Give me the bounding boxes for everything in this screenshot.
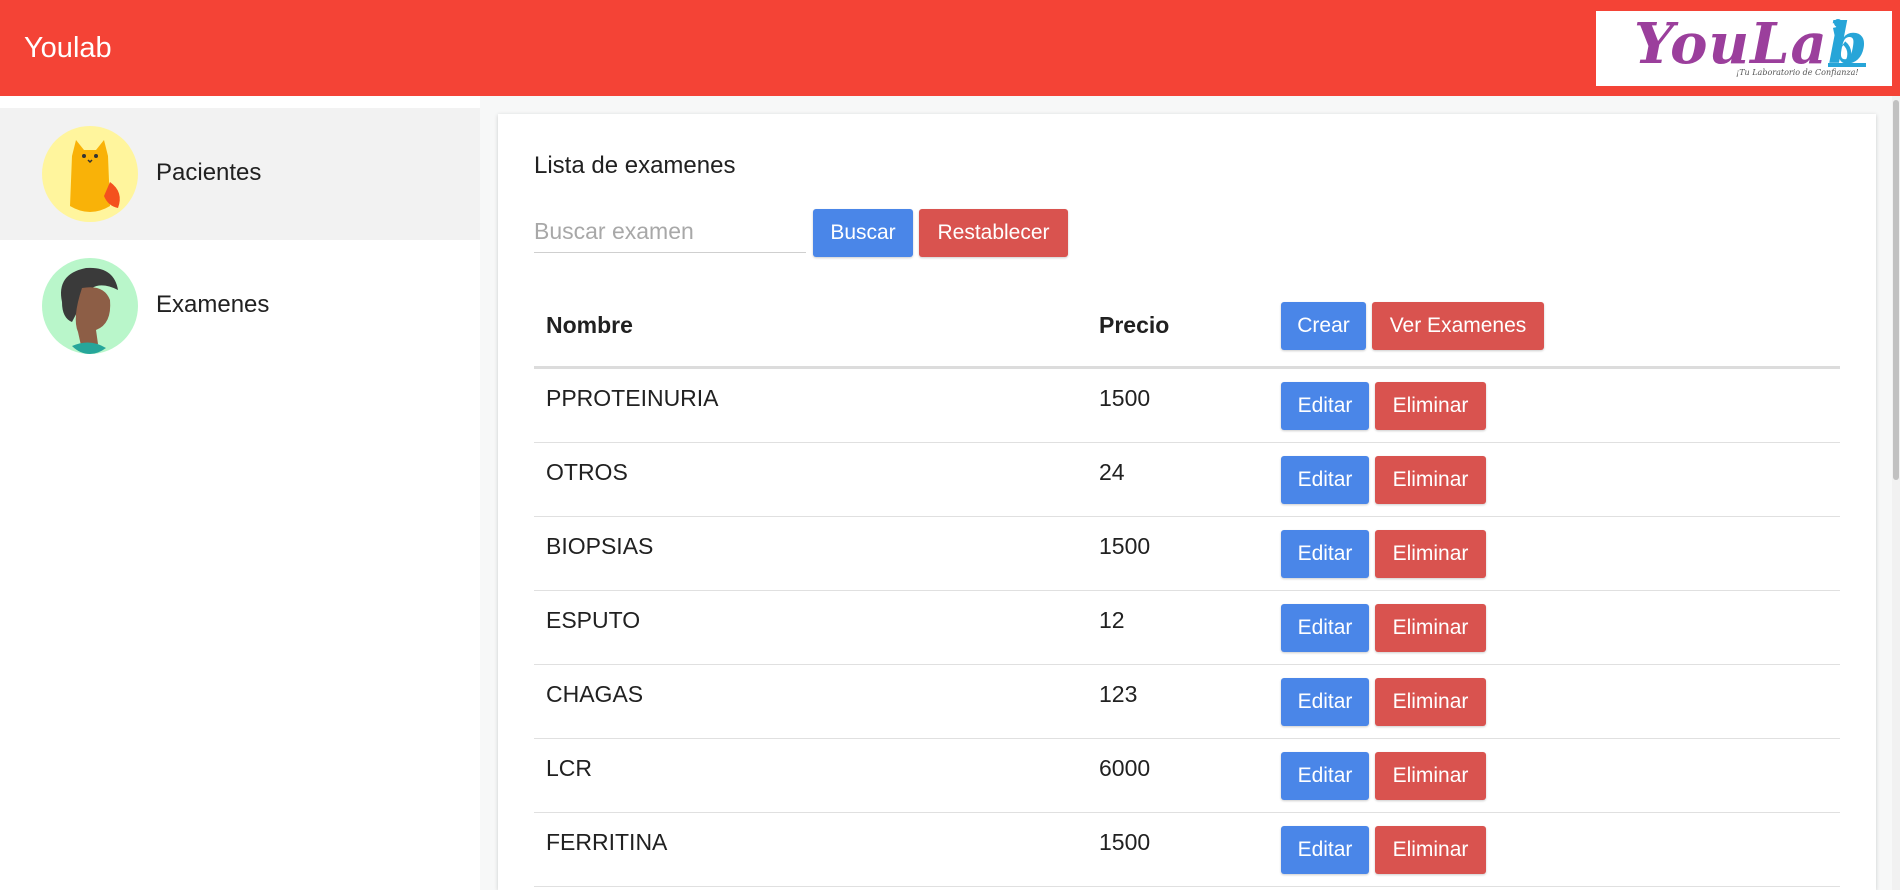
table-row: PPROTEINURIA 1500 Editar Eliminar: [534, 369, 1840, 443]
exam-price: 24: [1099, 459, 1125, 485]
edit-button[interactable]: Editar: [1281, 382, 1369, 430]
delete-button[interactable]: Eliminar: [1375, 456, 1486, 504]
edit-button[interactable]: Editar: [1281, 604, 1369, 652]
page-title: Lista de examenes: [534, 152, 736, 179]
exam-name: PPROTEINURIA: [546, 385, 719, 411]
table-row: ESPUTO 12 Editar Eliminar: [534, 591, 1840, 665]
table-row: CHAGAS 123 Editar Eliminar: [534, 665, 1840, 739]
app-title: Youlab: [24, 32, 112, 64]
table-row: FERRITINA 1500 Editar Eliminar: [534, 813, 1840, 887]
table-row: BIOPSIAS 1500 Editar Eliminar: [534, 517, 1840, 591]
column-header-precio: Precio: [1099, 312, 1170, 338]
create-button[interactable]: Crear: [1281, 302, 1366, 350]
page-scrollbar[interactable]: [1892, 96, 1900, 890]
edit-button[interactable]: Editar: [1281, 456, 1369, 504]
delete-button[interactable]: Eliminar: [1375, 826, 1486, 874]
exam-name: FERRITINA: [546, 829, 668, 855]
exam-price: 12: [1099, 607, 1125, 633]
woman-avatar-icon: [42, 258, 138, 354]
scrollbar-thumb[interactable]: [1893, 100, 1899, 480]
exam-price: 1500: [1099, 533, 1151, 559]
delete-button[interactable]: Eliminar: [1375, 752, 1486, 800]
sidebar-item-pacientes[interactable]: Pacientes: [0, 108, 480, 240]
delete-button[interactable]: Eliminar: [1375, 382, 1486, 430]
column-header-nombre: Nombre: [546, 312, 633, 338]
edit-button[interactable]: Editar: [1281, 752, 1369, 800]
microscope-icon: [1828, 19, 1866, 67]
view-exams-button[interactable]: Ver Examenes: [1372, 302, 1544, 350]
delete-button[interactable]: Eliminar: [1375, 604, 1486, 652]
table-row: LCR 6000 Editar Eliminar: [534, 739, 1840, 813]
exam-name: LCR: [546, 755, 593, 781]
edit-button[interactable]: Editar: [1281, 678, 1369, 726]
search-input[interactable]: [534, 210, 806, 253]
edit-button[interactable]: Editar: [1281, 530, 1369, 578]
exam-price: 6000: [1099, 755, 1151, 781]
search-button[interactable]: Buscar: [813, 209, 913, 257]
cat-avatar-icon: [42, 126, 138, 222]
table-row: OTROS 24 Editar Eliminar: [534, 443, 1840, 517]
delete-button[interactable]: Eliminar: [1375, 678, 1486, 726]
exam-price: 123: [1099, 681, 1138, 707]
sidebar-item-examenes[interactable]: Examenes: [0, 240, 480, 372]
exam-name: BIOPSIAS: [546, 533, 654, 559]
top-app-bar: Youlab YouLab ¡Tu Laboratorio de Confian…: [0, 0, 1900, 96]
sidebar-item-label: Examenes: [156, 291, 270, 318]
exam-list-card: Lista de examenes Buscar Restablecer Nom…: [498, 114, 1876, 890]
exam-name: OTROS: [546, 459, 628, 485]
sidebar: Pacientes Examenes: [0, 96, 480, 890]
exam-price: 1500: [1099, 829, 1151, 855]
reset-button[interactable]: Restablecer: [919, 209, 1068, 257]
sidebar-item-label: Pacientes: [156, 159, 262, 186]
exam-name: ESPUTO: [546, 607, 641, 633]
table-header-row: Nombre Precio Crear Ver Examenes: [534, 284, 1840, 369]
youlab-logo: YouLab ¡Tu Laboratorio de Confianza!: [1596, 11, 1892, 86]
exam-name: CHAGAS: [546, 681, 644, 707]
delete-button[interactable]: Eliminar: [1375, 530, 1486, 578]
logo-tagline: ¡Tu Laboratorio de Confianza!: [1736, 68, 1859, 77]
edit-button[interactable]: Editar: [1281, 826, 1369, 874]
exam-price: 1500: [1099, 385, 1151, 411]
